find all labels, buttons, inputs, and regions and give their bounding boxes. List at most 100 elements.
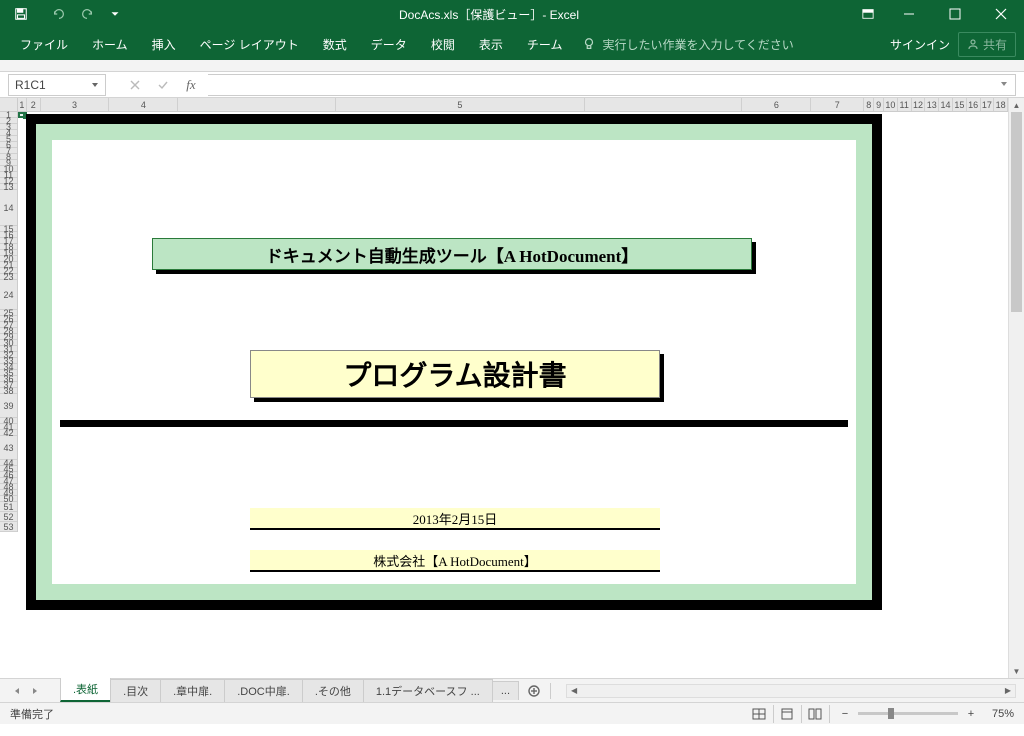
- row-header[interactable]: 24: [0, 280, 17, 310]
- window-title: DocAcs.xls［保護ビュー］- Excel: [128, 6, 850, 23]
- scroll-left-button[interactable]: ◀: [567, 685, 581, 697]
- vertical-scrollbar[interactable]: ▲ ▼: [1008, 98, 1024, 678]
- page-break-view-button[interactable]: [802, 705, 830, 723]
- sheet-area: 123456789101112131415161718 123456789101…: [0, 98, 1024, 678]
- sheet-tab[interactable]: .DOC中扉.: [224, 679, 303, 702]
- column-header[interactable]: 3: [41, 98, 110, 111]
- quick-access-toolbar: [0, 2, 128, 26]
- column-header[interactable]: [585, 98, 742, 111]
- horizontal-rule: [60, 420, 848, 427]
- row-header[interactable]: 43: [0, 436, 17, 460]
- column-header[interactable]: 2: [27, 98, 41, 111]
- row-header[interactable]: 14: [0, 190, 17, 226]
- redo-button[interactable]: [74, 2, 100, 26]
- tell-me-search[interactable]: 実行したい作業を入力してください: [582, 36, 793, 53]
- enter-formula-button[interactable]: [150, 74, 176, 96]
- tab-insert[interactable]: 挿入: [140, 28, 188, 60]
- tab-formulas[interactable]: 数式: [311, 28, 359, 60]
- row-header[interactable]: 39: [0, 394, 17, 418]
- tab-nav-next[interactable]: [26, 682, 44, 700]
- company-box: 株式会社【A HotDocument】: [250, 550, 660, 572]
- vscroll-thumb[interactable]: [1011, 112, 1022, 312]
- ribbon: ファイル ホーム 挿入 ページ レイアウト 数式 データ 校閲 表示 チーム 実…: [0, 28, 1024, 60]
- column-header[interactable]: 7: [811, 98, 864, 111]
- sheet-tab[interactable]: 1.1データベースフ ...: [363, 679, 493, 702]
- tab-pagelayout[interactable]: ページ レイアウト: [188, 28, 311, 60]
- close-button[interactable]: [978, 0, 1024, 28]
- tab-team[interactable]: チーム: [515, 28, 575, 60]
- column-header[interactable]: 9: [874, 98, 884, 111]
- grid[interactable]: ドキュメント自動生成ツール【A HotDocument】 プログラム設計書 20…: [18, 112, 1008, 678]
- cover-sheet-content: ドキュメント自動生成ツール【A HotDocument】 プログラム設計書 20…: [26, 114, 882, 610]
- column-header[interactable]: 5: [336, 98, 586, 111]
- row-headers[interactable]: 1234567891011121314151617181920212223242…: [0, 112, 18, 532]
- page-layout-view-button[interactable]: [774, 705, 802, 723]
- sheet-tab[interactable]: .章中扉.: [160, 679, 225, 702]
- column-header[interactable]: 8: [864, 98, 874, 111]
- column-header[interactable]: 6: [742, 98, 811, 111]
- date-box: 2013年2月15日: [250, 508, 660, 530]
- sheet-tab[interactable]: .その他: [302, 679, 364, 702]
- row-header[interactable]: 51: [0, 502, 17, 512]
- normal-view-button[interactable]: [746, 705, 774, 723]
- row-header[interactable]: 52: [0, 512, 17, 522]
- insert-function-button[interactable]: fx: [178, 74, 204, 96]
- lightbulb-icon: [582, 37, 596, 51]
- column-header[interactable]: [178, 98, 335, 111]
- tab-home[interactable]: ホーム: [80, 28, 140, 60]
- sign-in-link[interactable]: サインイン: [890, 36, 950, 53]
- column-header[interactable]: 1: [18, 98, 27, 111]
- column-header[interactable]: 13: [925, 98, 939, 111]
- column-header[interactable]: 18: [994, 98, 1008, 111]
- person-icon: [967, 38, 979, 50]
- column-header[interactable]: 17: [981, 98, 995, 111]
- column-header[interactable]: 10: [884, 98, 898, 111]
- formula-bar: R1C1 fx: [0, 72, 1024, 98]
- zoom-level[interactable]: 75%: [992, 708, 1014, 720]
- minimize-button[interactable]: [886, 0, 932, 28]
- qat-customize[interactable]: [102, 2, 128, 26]
- sheet-tab[interactable]: .目次: [110, 679, 161, 702]
- share-button[interactable]: 共有: [958, 32, 1016, 57]
- tab-review[interactable]: 校閲: [419, 28, 467, 60]
- formula-input[interactable]: [208, 74, 1016, 96]
- sheet-tab[interactable]: .表紙: [60, 677, 111, 702]
- titlebar: DocAcs.xls［保護ビュー］- Excel: [0, 0, 1024, 28]
- zoom-out-button[interactable]: −: [838, 708, 852, 720]
- fx-icon: fx: [186, 77, 195, 93]
- column-header[interactable]: 15: [953, 98, 967, 111]
- column-headers[interactable]: 123456789101112131415161718: [18, 98, 1008, 112]
- cancel-formula-button[interactable]: [122, 74, 148, 96]
- ribbon-display-options[interactable]: [850, 0, 886, 28]
- horizontal-scrollbar[interactable]: ◀ ▶: [566, 684, 1016, 698]
- add-sheet-button[interactable]: [522, 685, 546, 697]
- maximize-button[interactable]: [932, 0, 978, 28]
- scroll-up-button[interactable]: ▲: [1009, 98, 1024, 112]
- zoom-control: − + 75%: [838, 708, 1014, 720]
- column-header[interactable]: 4: [109, 98, 178, 111]
- tab-nav-prev[interactable]: [8, 682, 26, 700]
- window-controls: [850, 0, 1024, 28]
- ribbon-collapsed-area: [0, 60, 1024, 72]
- zoom-in-button[interactable]: +: [964, 708, 978, 720]
- view-switcher: [746, 705, 830, 723]
- name-box-value: R1C1: [15, 78, 46, 92]
- save-button[interactable]: [8, 2, 34, 26]
- sheet-tabs-more[interactable]: ...: [492, 681, 519, 700]
- name-box[interactable]: R1C1: [8, 74, 106, 96]
- row-header[interactable]: 53: [0, 522, 17, 532]
- tab-view[interactable]: 表示: [467, 28, 515, 60]
- expand-formula-bar-button[interactable]: [993, 78, 1015, 92]
- tell-me-placeholder: 実行したい作業を入力してください: [602, 36, 793, 53]
- column-header[interactable]: 14: [939, 98, 953, 111]
- scroll-down-button[interactable]: ▼: [1009, 664, 1024, 678]
- zoom-slider[interactable]: [858, 712, 958, 715]
- column-header[interactable]: 11: [898, 98, 912, 111]
- undo-button[interactable]: [46, 2, 72, 26]
- zoom-thumb[interactable]: [888, 708, 894, 719]
- tab-file[interactable]: ファイル: [8, 28, 80, 60]
- column-header[interactable]: 16: [967, 98, 981, 111]
- scroll-right-button[interactable]: ▶: [1001, 685, 1015, 697]
- column-header[interactable]: 12: [912, 98, 926, 111]
- tab-data[interactable]: データ: [359, 28, 419, 60]
